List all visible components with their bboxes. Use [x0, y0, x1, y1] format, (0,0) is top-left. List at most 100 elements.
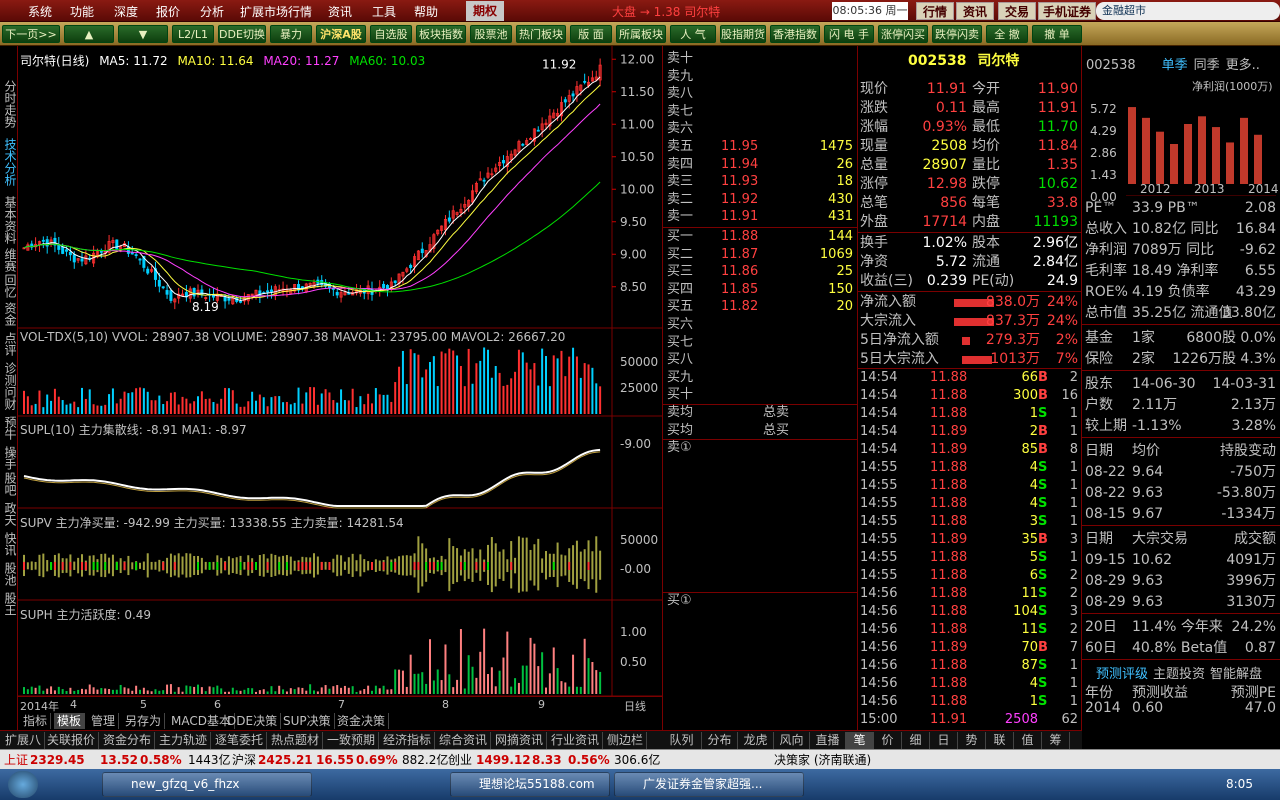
fin-bl-row: 08-29 9.63 3996万: [1082, 571, 1280, 592]
left-tab-9[interactable]: 预牛: [1, 416, 17, 440]
right-tab-1[interactable]: 分布: [702, 732, 738, 749]
toolbar-button-11[interactable]: 版 面: [570, 25, 612, 43]
left-tab-7[interactable]: 诊测: [1, 362, 17, 386]
task-item-3[interactable]: 广发证券金管家超强...: [614, 772, 804, 797]
left-tab-15[interactable]: 股王: [1, 592, 17, 616]
menu-quote[interactable]: 报价: [156, 3, 180, 20]
left-tab-4[interactable]: 回忆: [1, 274, 17, 298]
right-tab-4[interactable]: 直播: [810, 732, 846, 749]
menu-analysis[interactable]: 分析: [200, 3, 224, 20]
func-button-1[interactable]: 关联报价: [44, 732, 100, 749]
func-button-2[interactable]: 资金分布: [100, 732, 156, 749]
toolbar-button-7[interactable]: 自选股: [370, 25, 412, 43]
btn-market[interactable]: 行情: [916, 2, 954, 20]
toolbar-button-0[interactable]: 下一页>>: [2, 25, 60, 43]
period-button[interactable]: 期权: [466, 1, 504, 21]
right-tab-5[interactable]: 笔: [846, 732, 874, 749]
tick-price: 11.88: [930, 568, 968, 583]
toolbar-button-2[interactable]: ▼: [118, 25, 168, 43]
btn-info[interactable]: 资讯: [956, 2, 994, 20]
right-tab-12[interactable]: 筹: [1042, 732, 1070, 749]
indicator-tab-3[interactable]: 另存为: [122, 713, 166, 729]
left-tab-1[interactable]: 技术分析: [1, 138, 17, 186]
indicator-tab-2[interactable]: 管理: [88, 713, 120, 729]
toolbar-button-3[interactable]: L2/L1: [172, 25, 214, 43]
right-tab-2[interactable]: 龙虎: [738, 732, 774, 749]
left-tab-12[interactable]: 政天: [1, 502, 17, 526]
menu-function[interactable]: 功能: [70, 3, 94, 20]
toolbar-button-20[interactable]: 撤 单: [1032, 25, 1082, 43]
supv-up-bar: [398, 556, 401, 566]
menu-help[interactable]: 帮助: [414, 3, 438, 20]
left-tab-2[interactable]: 基本资料: [1, 196, 17, 244]
toolbar-button-1[interactable]: ▲: [64, 25, 114, 43]
right-tab-8[interactable]: 日: [930, 732, 958, 749]
left-tab-5[interactable]: 资金: [1, 302, 17, 326]
toolbar-button-12[interactable]: 所属板块: [616, 25, 666, 43]
toolbar-button-17[interactable]: 涨停闪买: [878, 25, 928, 43]
func-button-8[interactable]: 综合资讯: [436, 732, 492, 749]
right-tab-9[interactable]: 势: [958, 732, 986, 749]
start-button[interactable]: [8, 771, 38, 798]
toolbar-button-14[interactable]: 股指期货: [720, 25, 766, 43]
indicator-tab-6[interactable]: SUP决策: [280, 713, 335, 729]
btn-mobile[interactable]: 手机证券: [1038, 2, 1096, 20]
indicator-tab-7[interactable]: 资金决策: [334, 713, 390, 729]
fc-tab-2[interactable]: 智能解盘: [1210, 667, 1262, 682]
indicator-tab-1[interactable]: 模板: [54, 713, 86, 729]
func-button-7[interactable]: 经济指标: [380, 732, 436, 749]
func-button-4[interactable]: 逐笔委托: [212, 732, 268, 749]
func-button-10[interactable]: 行业资讯: [548, 732, 604, 749]
left-tab-11[interactable]: 股吧: [1, 472, 17, 496]
left-tab-10[interactable]: 操手: [1, 446, 17, 470]
menu-tools[interactable]: 工具: [372, 3, 396, 20]
func-button-3[interactable]: 主力轨迹: [156, 732, 212, 749]
left-tab-6[interactable]: 点评: [1, 332, 17, 356]
volume-bar: [173, 392, 176, 414]
fc-tab-0[interactable]: 预测评级: [1096, 667, 1148, 682]
right-tab-7[interactable]: 细: [902, 732, 930, 749]
func-button-6[interactable]: 一致预期: [324, 732, 380, 749]
toolbar-button-19[interactable]: 全 撤: [986, 25, 1028, 43]
func-button-0[interactable]: 扩展八: [2, 732, 46, 749]
left-tab-3[interactable]: 维赛: [1, 248, 17, 272]
left-tab-0[interactable]: 分时走势: [1, 80, 17, 128]
toolbar-button-13[interactable]: 人 气: [670, 25, 716, 43]
left-tab-8[interactable]: 问财: [1, 386, 17, 410]
toolbar-button-15[interactable]: 香港指数: [770, 25, 820, 43]
menu-system[interactable]: 系统: [28, 3, 52, 20]
fc-tab-1[interactable]: 主题投资: [1153, 667, 1205, 682]
left-tab-14[interactable]: 股池: [1, 562, 17, 586]
indicator-tab-5[interactable]: DDE决策: [224, 713, 282, 729]
toolbar-button-16[interactable]: 闪 电 手: [824, 25, 874, 43]
suph-bar: [448, 674, 451, 694]
x-label: 4: [70, 698, 77, 711]
right-tab-11[interactable]: 值: [1014, 732, 1042, 749]
kline-chart[interactable]: 12.00 11.50 11.00 10.50 10.00 9.50 9.00 8.50 11.…: [18, 46, 662, 696]
right-tab-3[interactable]: 风向: [774, 732, 810, 749]
task-item-1[interactable]: new_gfzq_v6_fhzx: [102, 772, 312, 797]
right-tab-6[interactable]: 价: [874, 732, 902, 749]
right-tab-10[interactable]: 联: [986, 732, 1014, 749]
func-button-9[interactable]: 网摘资讯: [492, 732, 548, 749]
toolbar-button-4[interactable]: DDE切换: [218, 25, 266, 43]
left-tab-13[interactable]: 快讯: [1, 532, 17, 556]
right-tab-0[interactable]: 队列: [662, 732, 702, 749]
func-button-5[interactable]: 热点题材: [268, 732, 324, 749]
toolbar-button-10[interactable]: 热门板块: [516, 25, 566, 43]
toolbar-button-5[interactable]: 暴力: [270, 25, 312, 43]
menu-info[interactable]: 资讯: [328, 3, 352, 20]
toolbar-button-6[interactable]: 沪深A股: [316, 25, 366, 43]
ob-volume: 1475: [819, 139, 853, 154]
toolbar-button-9[interactable]: 股票池: [470, 25, 512, 43]
btn-trade[interactable]: 交易: [998, 2, 1036, 20]
toolbar-button-18[interactable]: 跌停闪卖: [932, 25, 982, 43]
indicator-tab-0[interactable]: 指标: [20, 713, 52, 729]
menu-depth[interactable]: 深度: [114, 3, 138, 20]
task-item-2[interactable]: 理想论坛55188.com: [450, 772, 610, 797]
menu-extended-market[interactable]: 扩展市场行情: [240, 3, 312, 20]
toolbar-button-8[interactable]: 板块指数: [416, 25, 466, 43]
supv-down-bar: [514, 566, 517, 574]
func-button-11[interactable]: 侧边栏: [604, 732, 648, 749]
volume-bar: [220, 398, 223, 414]
